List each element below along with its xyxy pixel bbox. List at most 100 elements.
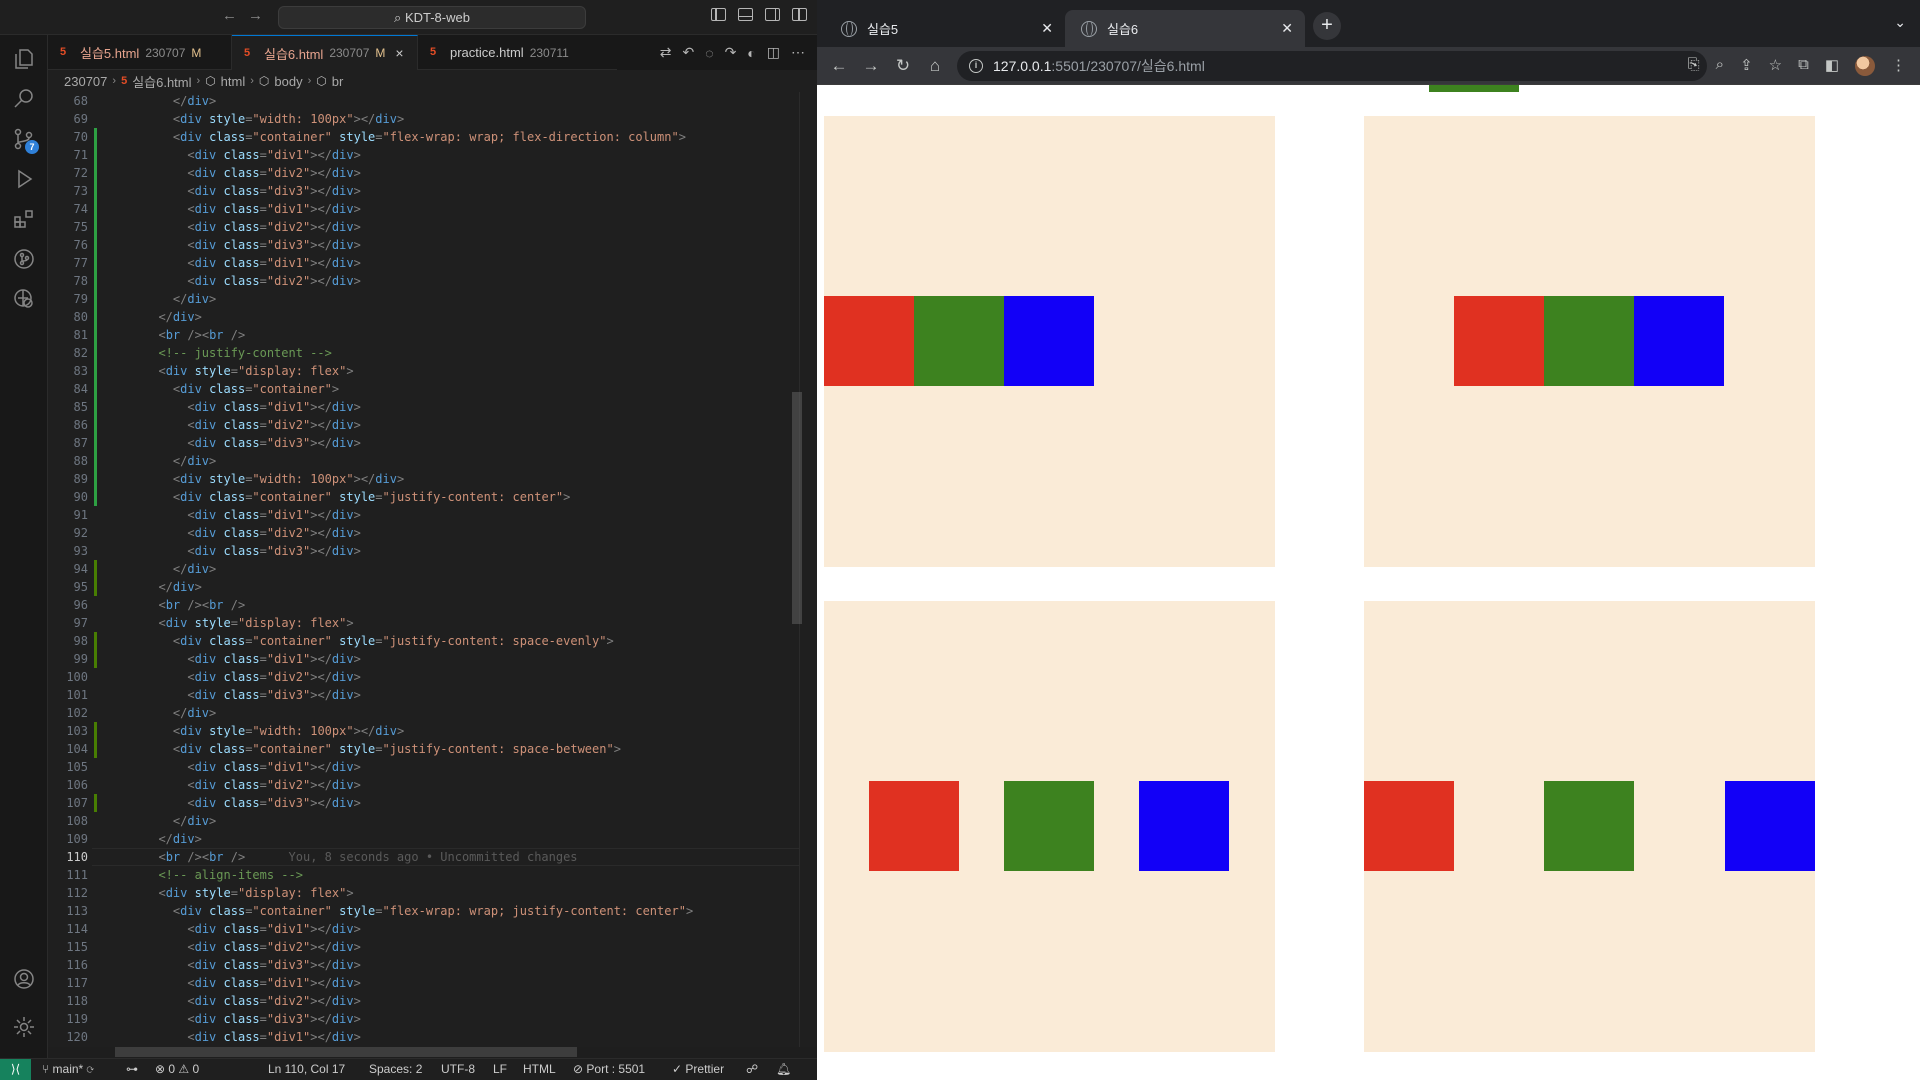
tab-search-chevron-icon[interactable]: ⌄: [1894, 14, 1906, 31]
remote-icon[interactable]: ⟩⟨: [0, 1059, 31, 1080]
code-line[interactable]: 106 <div class="div2"></div>: [48, 776, 799, 794]
code-line[interactable]: 111 <!-- align-items -->: [48, 866, 799, 884]
tab-silseup6[interactable]: 5 실습6.html 230707 M ×: [232, 35, 418, 70]
gutter-change-marker[interactable]: [94, 470, 97, 488]
gutter-change-marker[interactable]: [94, 218, 97, 236]
code-line[interactable]: 76 <div class="div3"></div>: [48, 236, 799, 254]
gutter-change-marker[interactable]: [94, 200, 97, 218]
forward-arrow-icon[interactable]: →: [248, 7, 263, 24]
code-line[interactable]: 108 </div>: [48, 812, 799, 830]
profile-avatar[interactable]: [1855, 56, 1875, 76]
code-line[interactable]: 70 <div class="container" style="flex-wr…: [48, 128, 799, 146]
breadcrumb-body[interactable]: body: [274, 74, 302, 89]
code-line[interactable]: 86 <div class="div2"></div>: [48, 416, 799, 434]
code-line[interactable]: 113 <div class="container" style="flex-w…: [48, 902, 799, 920]
side-panel-icon[interactable]: ◧: [1825, 56, 1839, 76]
menu-kebab-icon[interactable]: ⋮: [1891, 56, 1906, 76]
previous-change-icon[interactable]: ◌: [705, 45, 713, 61]
code-line[interactable]: 107 <div class="div3"></div>: [48, 794, 799, 812]
gutter-change-marker[interactable]: [94, 344, 97, 362]
translate-icon[interactable]: ⎘: [1688, 56, 1700, 76]
code-line[interactable]: 90 <div class="container" style="justify…: [48, 488, 799, 506]
new-tab-button[interactable]: +: [1313, 12, 1341, 40]
site-info-icon[interactable]: i: [969, 59, 983, 73]
git-graph-status-icon[interactable]: ⊶: [126, 1059, 138, 1080]
toggle-panel-icon[interactable]: [738, 8, 753, 21]
code-line[interactable]: 74 <div class="div1"></div>: [48, 200, 799, 218]
code-line[interactable]: 91 <div class="div1"></div>: [48, 506, 799, 524]
gutter-change-marker[interactable]: [94, 362, 97, 380]
horizontal-scrollbar[interactable]: [115, 1047, 577, 1057]
toggle-sidebar-icon[interactable]: [711, 8, 726, 21]
gutter-change-marker[interactable]: [94, 272, 97, 290]
code-line[interactable]: 73 <div class="div3"></div>: [48, 182, 799, 200]
code-line[interactable]: 105 <div class="div1"></div>: [48, 758, 799, 776]
code-line[interactable]: 89 <div style="width: 100px"></div>: [48, 470, 799, 488]
code-editor[interactable]: 68 </div> 69 <div style="width: 100px"></…: [48, 92, 799, 1047]
breadcrumb-br[interactable]: br: [332, 74, 344, 89]
code-line[interactable]: 119 <div class="div3"></div>: [48, 1010, 799, 1028]
cursor-position[interactable]: Ln 110, Col 17: [268, 1059, 345, 1080]
code-line[interactable]: 78 <div class="div2"></div>: [48, 272, 799, 290]
code-line[interactable]: 117 <div class="div1"></div>: [48, 974, 799, 992]
notifications-bell-icon[interactable]: 🔔︎: [776, 1059, 791, 1080]
code-line[interactable]: 114 <div class="div1"></div>: [48, 920, 799, 938]
manage-gear-icon[interactable]: [12, 1015, 36, 1039]
gutter-change-marker[interactable]: [94, 182, 97, 200]
explorer-icon[interactable]: [12, 47, 36, 71]
close-icon[interactable]: ×: [395, 45, 403, 61]
extensions-puzzle-icon[interactable]: ⧉: [1798, 56, 1809, 76]
code-line[interactable]: 81 <br /><br />: [48, 326, 799, 344]
code-line[interactable]: 98 <div class="container" style="justify…: [48, 632, 799, 650]
live-server-port[interactable]: ⊘ Port : 5501: [573, 1059, 645, 1080]
code-line[interactable]: 85 <div class="div1"></div>: [48, 398, 799, 416]
browser-tab-silseup5[interactable]: 실습5 ✕: [825, 10, 1065, 47]
bookmark-star-icon[interactable]: ☆: [1769, 56, 1782, 76]
gutter-change-marker[interactable]: [94, 578, 97, 596]
gutter-change-marker[interactable]: [94, 650, 97, 668]
code-line[interactable]: 93 <div class="div3"></div>: [48, 542, 799, 560]
code-line[interactable]: 118 <div class="div2"></div>: [48, 992, 799, 1010]
code-line[interactable]: 72 <div class="div2"></div>: [48, 164, 799, 182]
run-debug-icon[interactable]: [12, 167, 36, 191]
code-line[interactable]: 71 <div class="div1"></div>: [48, 146, 799, 164]
gutter-change-marker[interactable]: [94, 128, 97, 146]
reload-icon[interactable]: ↻: [893, 56, 913, 76]
code-line[interactable]: 116 <div class="div3"></div>: [48, 956, 799, 974]
code-line[interactable]: 102 </div>: [48, 704, 799, 722]
gutter-change-marker[interactable]: [94, 290, 97, 308]
search-icon[interactable]: [12, 87, 36, 111]
gutter-change-marker[interactable]: [94, 560, 97, 578]
breadcrumb-file[interactable]: 실습6.html: [132, 72, 191, 91]
indentation[interactable]: Spaces: 2: [369, 1059, 422, 1080]
back-arrow-icon[interactable]: ←: [222, 7, 237, 24]
gutter-change-marker[interactable]: [94, 164, 97, 182]
code-line[interactable]: 112 <div style="display: flex">: [48, 884, 799, 902]
forward-icon[interactable]: →: [861, 56, 881, 76]
code-line[interactable]: 103 <div style="width: 100px"></div>: [48, 722, 799, 740]
language-mode[interactable]: HTML: [523, 1059, 556, 1080]
code-line[interactable]: 97 <div style="display: flex">: [48, 614, 799, 632]
code-line[interactable]: 82 <!-- justify-content -->: [48, 344, 799, 362]
more-actions-icon[interactable]: ⋯: [791, 44, 805, 61]
code-line[interactable]: 69 <div style="width: 100px"></div>: [48, 110, 799, 128]
breadcrumb-html[interactable]: html: [221, 74, 246, 89]
gutter-change-marker[interactable]: [94, 632, 97, 650]
tab-practice[interactable]: 5 practice.html 230711: [418, 35, 618, 70]
code-line[interactable]: 100 <div class="div2"></div>: [48, 668, 799, 686]
back-icon[interactable]: ←: [829, 56, 849, 76]
customize-layout-icon[interactable]: [792, 8, 807, 21]
git-graph-icon[interactable]: [12, 247, 36, 271]
code-line[interactable]: 92 <div class="div2"></div>: [48, 524, 799, 542]
accounts-icon[interactable]: [12, 967, 36, 991]
remote-explorer-icon[interactable]: [12, 287, 36, 311]
code-line[interactable]: 95 </div>: [48, 578, 799, 596]
gutter-change-marker[interactable]: [94, 722, 97, 740]
home-icon[interactable]: ⌂: [925, 56, 945, 76]
code-line[interactable]: 94 </div>: [48, 560, 799, 578]
revert-icon[interactable]: ↶: [683, 44, 695, 61]
address-bar[interactable]: i 127.0.0.1:5501/230707/실습6.html: [957, 51, 1707, 81]
feedback-icon[interactable]: ☍: [746, 1059, 758, 1080]
split-editor-icon[interactable]: ◫: [767, 44, 780, 61]
branch-indicator[interactable]: ⑂ main* ⟳: [42, 1059, 94, 1080]
